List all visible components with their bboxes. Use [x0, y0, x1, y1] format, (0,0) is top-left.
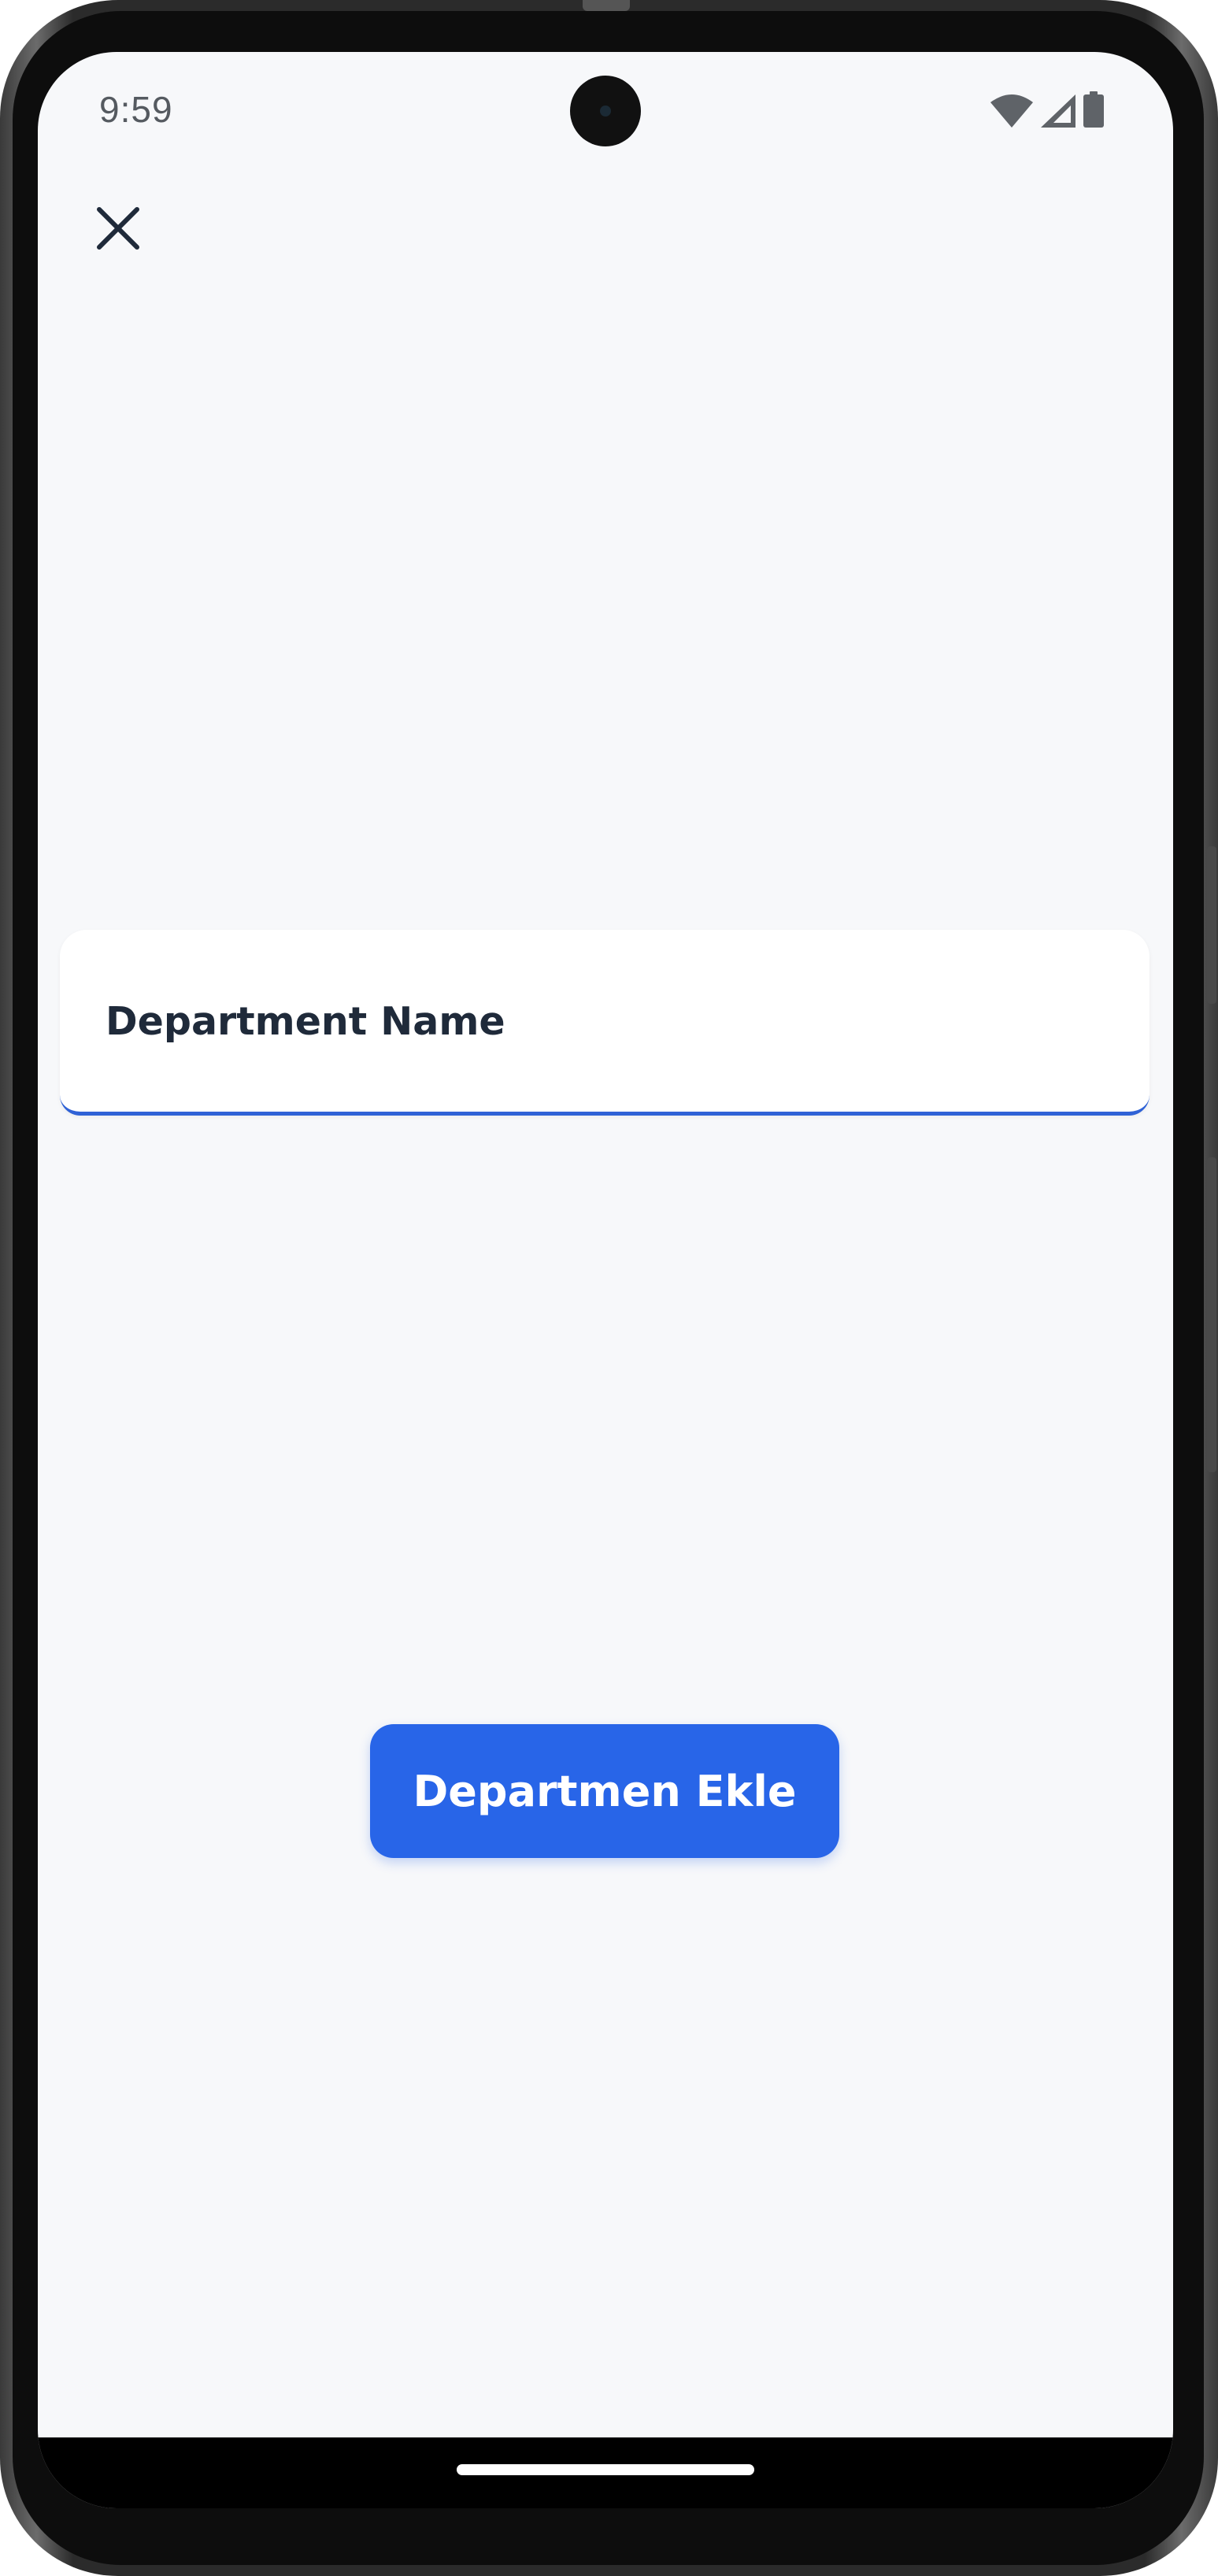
battery-icon — [1083, 91, 1104, 128]
status-time: 9:59 — [99, 89, 173, 130]
status-bar: 9:59 — [38, 52, 1173, 170]
close-icon — [96, 206, 140, 254]
power-button — [1207, 846, 1216, 1004]
phone-frame: 9:59 Department Name Departmen Ekle — [0, 0, 1218, 2576]
volume-rocker — [1207, 1157, 1216, 1472]
department-name-input[interactable] — [106, 991, 1098, 1051]
wifi-icon — [990, 94, 1033, 128]
department-name-field-container[interactable] — [60, 930, 1150, 1116]
add-department-button[interactable]: Departmen Ekle — [370, 1724, 839, 1858]
home-indicator[interactable] — [457, 2464, 754, 2475]
app-screen: 9:59 Department Name Departmen Ekle — [38, 52, 1173, 2508]
status-icons — [990, 91, 1104, 128]
top-edge-detail — [583, 0, 630, 11]
system-navigation-bar — [38, 2437, 1173, 2508]
cellular-signal-icon — [1041, 94, 1075, 128]
front-camera — [570, 76, 641, 146]
close-button[interactable] — [79, 191, 157, 269]
